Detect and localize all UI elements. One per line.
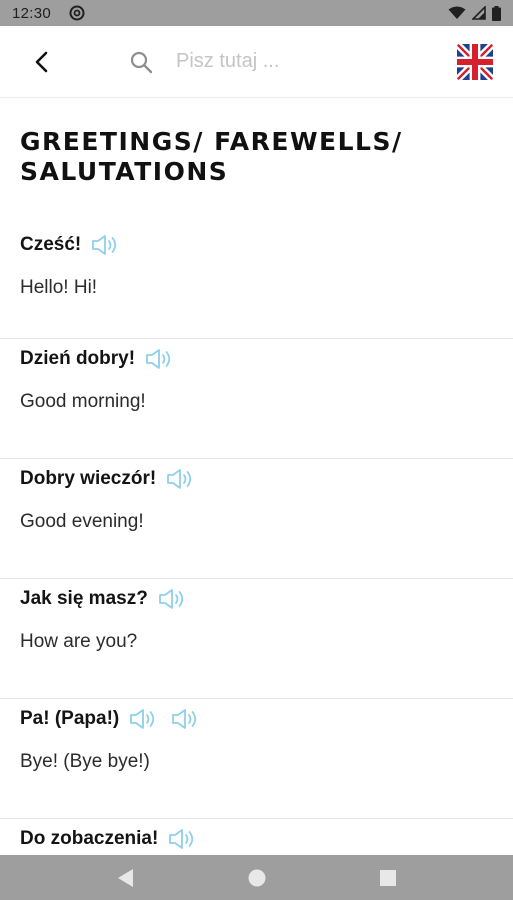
phrase-item: Jak się masz? How are you? xyxy=(0,579,513,699)
speaker-icon[interactable] xyxy=(166,467,194,491)
phrase-english: How are you? xyxy=(20,631,138,652)
triangle-back-icon xyxy=(117,868,133,887)
page-title: GREETINGS/ FAREWELLS/ SALUTATIONS xyxy=(0,99,513,187)
uk-flag-icon[interactable] xyxy=(457,43,493,80)
speaker-icon[interactable] xyxy=(158,587,186,611)
square-recents-icon xyxy=(379,869,396,886)
phrase-english: Hello! Hi! xyxy=(20,277,98,298)
search-input[interactable] xyxy=(176,44,406,79)
speaker-icon[interactable] xyxy=(171,707,199,731)
phrase-polish: Cześć! xyxy=(20,234,82,255)
phrase-item: Pa! (Papa!) Bye! (Bye bye!) xyxy=(0,699,513,819)
nav-back-button[interactable] xyxy=(106,858,146,898)
status-icons xyxy=(448,5,501,21)
status-bar: 12:30 xyxy=(0,0,513,26)
search-bar xyxy=(128,44,457,79)
phrase-polish: Jak się masz? xyxy=(20,588,148,609)
signal-icon xyxy=(472,6,486,20)
nav-home-button[interactable] xyxy=(237,858,277,898)
search-icon[interactable] xyxy=(128,49,154,75)
page-title-line2: SALUTATIONS xyxy=(20,157,229,186)
wifi-icon xyxy=(448,6,466,19)
phrase-item: Dobry wieczór! Good evening! xyxy=(0,459,513,579)
phrase-english: Good evening! xyxy=(20,511,144,532)
phrase-list: Cześć! Hello! Hi! Dzień dobry! Good morn… xyxy=(0,225,513,855)
phrase-polish: Pa! (Papa!) xyxy=(20,708,120,729)
speaker-icon[interactable] xyxy=(145,347,173,371)
system-nav-bar xyxy=(0,855,513,900)
speaker-icon[interactable] xyxy=(129,707,157,731)
back-button[interactable] xyxy=(22,42,62,82)
circle-home-icon xyxy=(248,869,265,886)
speaker-icon[interactable] xyxy=(168,827,196,851)
app-header xyxy=(0,26,513,98)
sync-icon xyxy=(69,5,85,21)
battery-icon xyxy=(492,5,501,21)
phrase-polish: Dobry wieczór! xyxy=(20,468,157,489)
back-arrow-icon xyxy=(35,51,48,72)
phrase-item: Do zobaczenia! xyxy=(0,819,513,855)
phrase-item: Dzień dobry! Good morning! xyxy=(0,339,513,459)
phrase-english: Good morning! xyxy=(20,391,146,412)
status-time: 12:30 xyxy=(12,4,52,22)
phrase-polish: Dzień dobry! xyxy=(20,348,136,369)
page-title-line1: GREETINGS/ FAREWELLS/ xyxy=(20,127,403,156)
content-area: GREETINGS/ FAREWELLS/ SALUTATIONS Cześć!… xyxy=(0,99,513,855)
nav-recents-button[interactable] xyxy=(368,858,408,898)
phrase-item: Cześć! Hello! Hi! xyxy=(0,225,513,339)
phrase-english: Bye! (Bye bye!) xyxy=(20,751,150,772)
speaker-icon[interactable] xyxy=(91,233,119,257)
phrase-polish: Do zobaczenia! xyxy=(20,828,159,849)
